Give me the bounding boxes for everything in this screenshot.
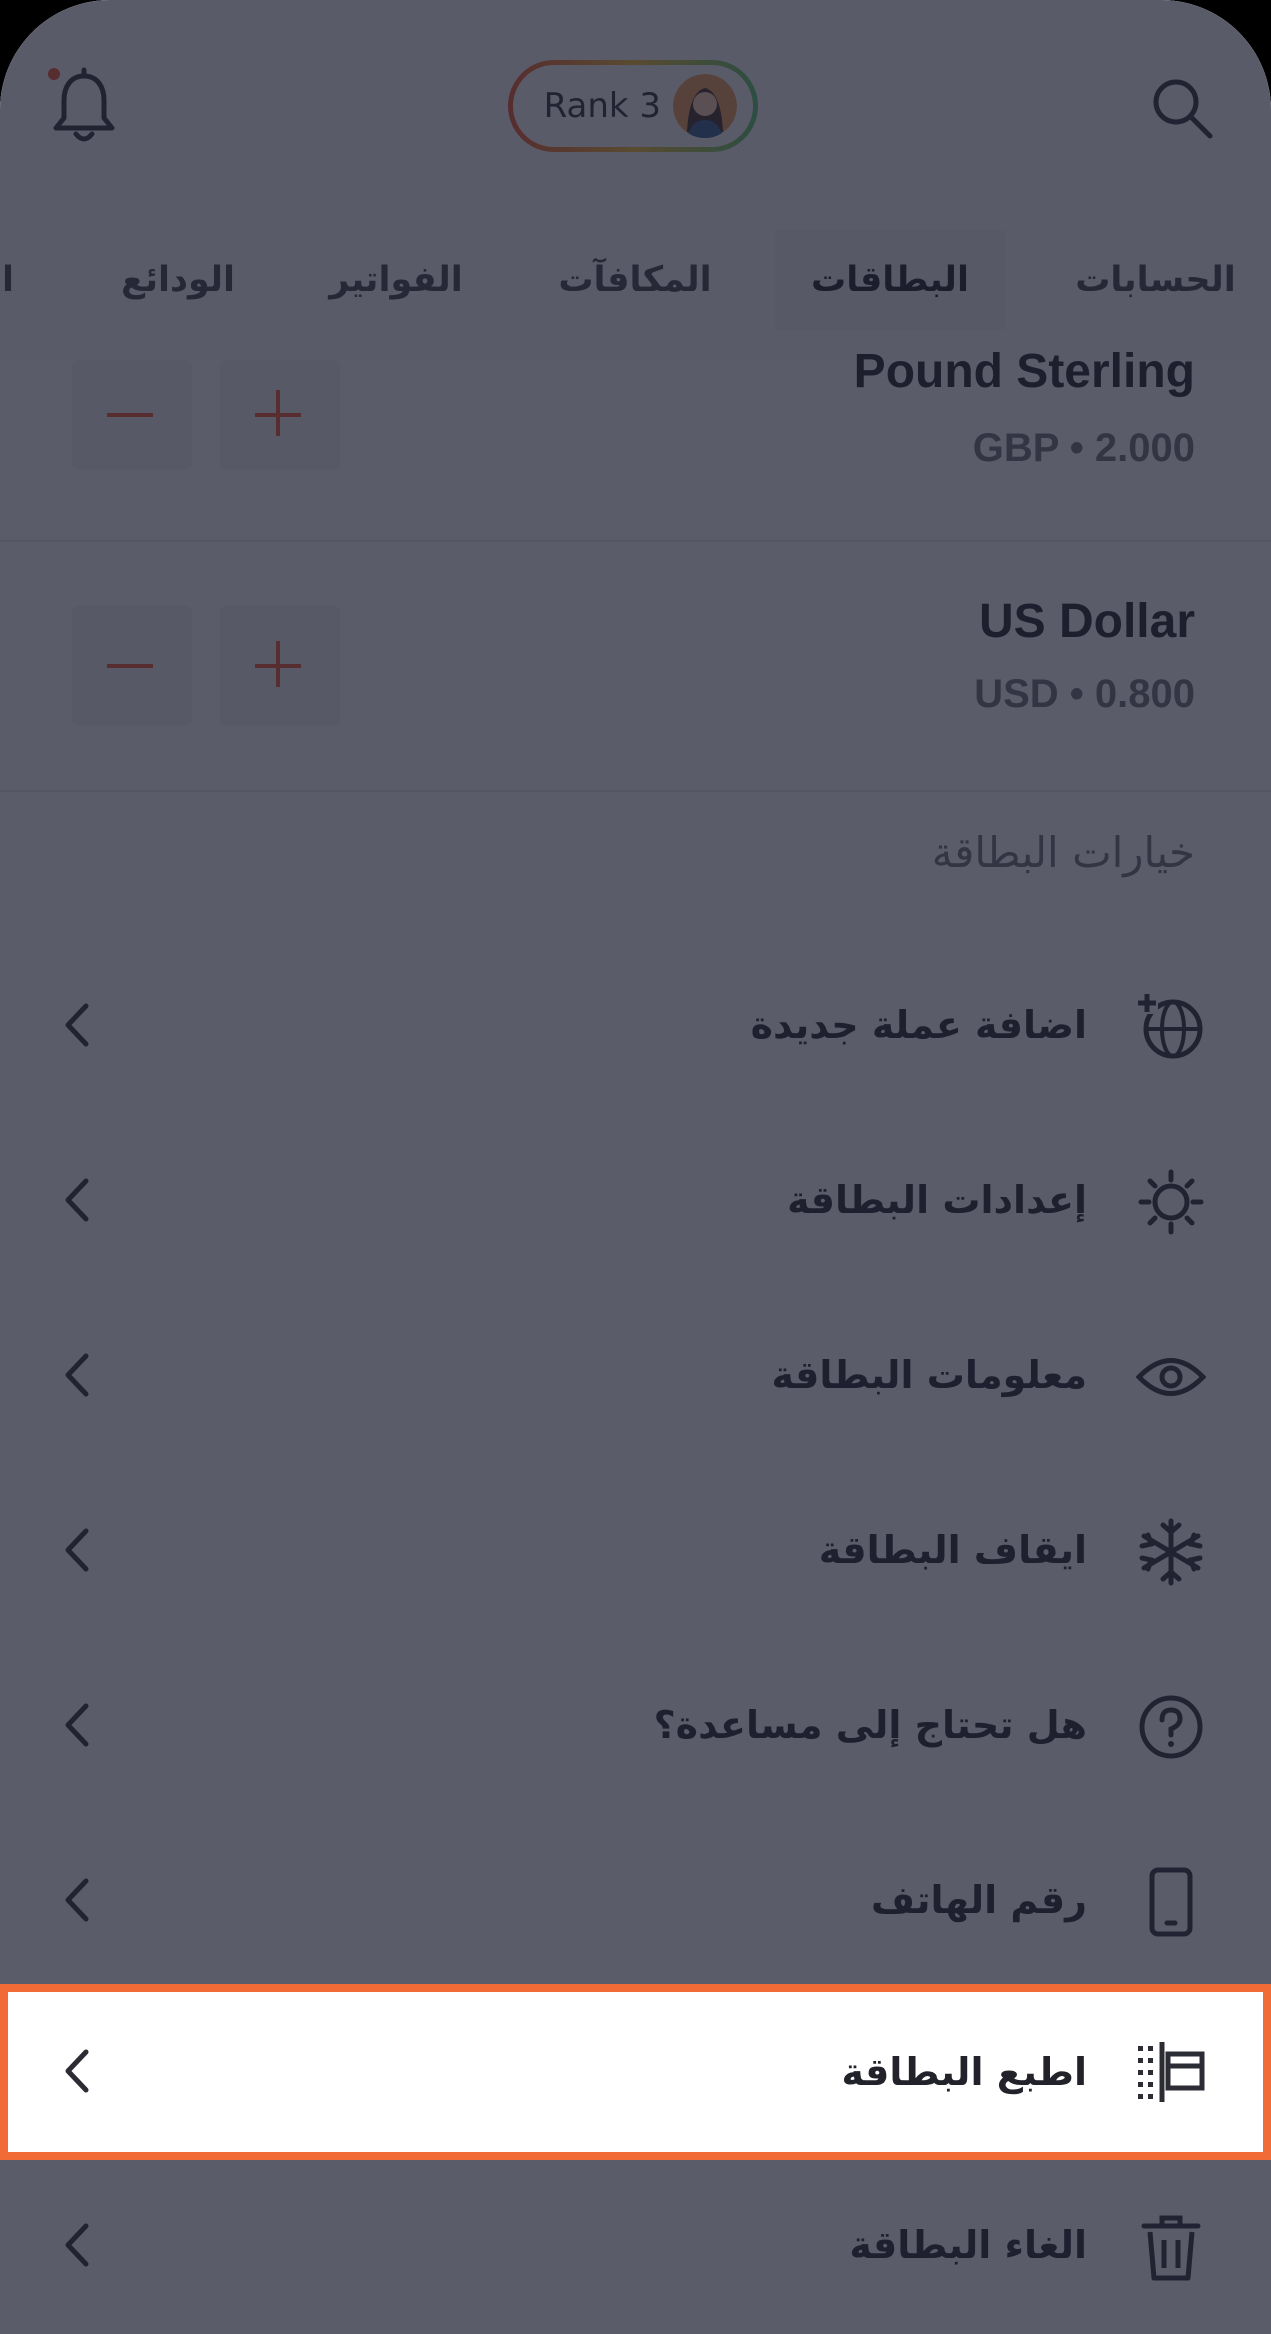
option-card-info[interactable]: معلومات البطاقة: [0, 1290, 1271, 1460]
phone-icon: [1149, 1867, 1193, 1937]
option-add-currency[interactable]: اضافة عملة جديدة: [0, 940, 1271, 1110]
option-freeze-card[interactable]: ايقاف البطاقة: [0, 1465, 1271, 1635]
user-avatar: [673, 74, 737, 138]
currency-code-value: USD • 0.800: [974, 672, 1195, 716]
phone-screen: Rank 3 الحسابات البطاقات المكافآت الفوات…: [0, 0, 1271, 2334]
option-phone-number[interactable]: رقم الهاتف: [0, 1815, 1271, 1985]
currency-name: US Dollar: [978, 595, 1195, 648]
increment-button[interactable]: [220, 360, 340, 470]
rank-badge-inner: Rank 3: [513, 65, 753, 147]
tab-bar: الحسابات البطاقات المكافآت الفواتير الود…: [0, 230, 1271, 330]
top-header: Rank 3 الحسابات البطاقات المكافآت الفوات…: [0, 0, 1271, 360]
option-label: معلومات البطاقة: [771, 1353, 1087, 1397]
tab-bills[interactable]: الفواتير: [326, 230, 466, 330]
minus-icon: [107, 413, 153, 417]
option-card-settings[interactable]: إعدادات البطاقة: [0, 1115, 1271, 1285]
currency-name: Pound Sterling: [853, 345, 1195, 398]
increment-button[interactable]: [220, 606, 340, 726]
help-icon: [1139, 1695, 1203, 1759]
option-print-card[interactable]: اطبع البطاقة: [0, 1984, 1271, 2160]
tab-accounts[interactable]: الحسابات: [1040, 230, 1271, 330]
option-cancel-card[interactable]: الغاء البطاقة: [0, 2160, 1271, 2330]
tab-rewards[interactable]: المكافآت: [550, 230, 720, 330]
chevron-left-icon: [65, 1178, 89, 1222]
section-title: خيارات البطاقة: [931, 828, 1195, 877]
chevron-left-icon: [65, 2049, 89, 2093]
bell-icon[interactable]: [48, 66, 120, 146]
option-label: رقم الهاتف: [871, 1878, 1087, 1922]
print-card-icon: [1138, 2042, 1205, 2102]
eye-icon: [1136, 1358, 1206, 1396]
option-help[interactable]: هل تحتاج إلى مساعدة؟: [0, 1640, 1271, 1810]
decrement-button[interactable]: [72, 360, 192, 470]
notification-dot: [48, 68, 60, 80]
option-label: ايقاف البطاقة: [818, 1528, 1087, 1572]
gear-icon: [1138, 1169, 1204, 1235]
tab-deposits[interactable]: الودائع: [118, 230, 238, 330]
chevron-left-icon: [65, 1528, 89, 1572]
chevron-left-icon: [65, 1703, 89, 1747]
decrement-button[interactable]: [72, 606, 192, 726]
chevron-left-icon: [65, 1003, 89, 1047]
chevron-left-icon: [65, 1353, 89, 1397]
search-icon[interactable]: [1146, 72, 1218, 144]
plus-icon: [255, 641, 301, 687]
option-label: الغاء البطاقة: [849, 2223, 1087, 2267]
tab-partial[interactable]: ا: [0, 230, 16, 330]
tab-cards[interactable]: البطاقات: [775, 230, 1005, 330]
option-label: هل تحتاج إلى مساعدة؟: [653, 1703, 1087, 1747]
trash-icon: [1141, 2215, 1201, 2281]
currency-row-gbp: Pound Sterling GBP • 2.000: [0, 345, 1271, 542]
option-label: اطبع البطاقة: [841, 2050, 1087, 2094]
option-label: إعدادات البطاقة: [787, 1178, 1087, 1222]
snowflake-icon: [1139, 1518, 1203, 1586]
rank-label: Rank 3: [543, 86, 661, 126]
minus-icon: [107, 664, 153, 668]
chevron-left-icon: [65, 1878, 89, 1922]
currency-code-value: GBP • 2.000: [972, 426, 1195, 470]
chevron-left-icon: [65, 2223, 89, 2267]
globe-plus-icon: [1136, 992, 1203, 1059]
option-label: اضافة عملة جديدة: [750, 1003, 1087, 1047]
plus-icon: [255, 390, 301, 436]
rank-badge[interactable]: Rank 3: [508, 60, 758, 152]
currency-row-usd: US Dollar USD • 0.800: [0, 542, 1271, 792]
